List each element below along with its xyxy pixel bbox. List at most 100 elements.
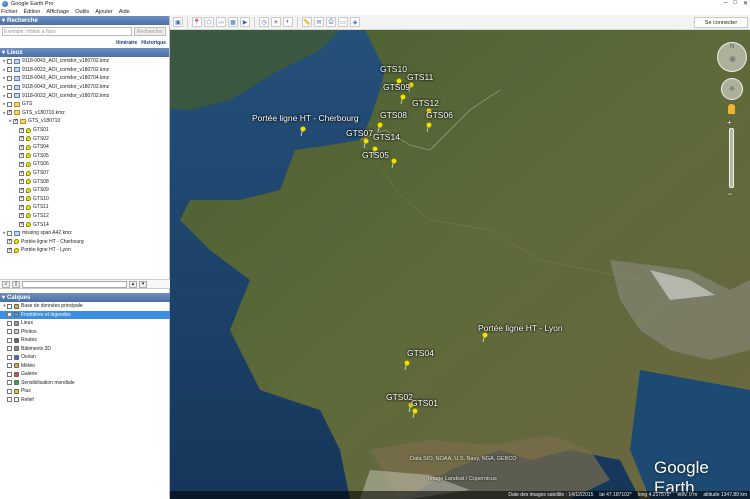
place-item[interactable]: ▸GTS_v180710.kmz [2, 109, 169, 118]
look-control[interactable]: N ◉ [717, 42, 747, 72]
layer-checkbox[interactable] [7, 312, 12, 318]
layer-item[interactable]: Plus [0, 387, 170, 396]
layer-checkbox[interactable] [7, 320, 12, 326]
visibility-checkbox[interactable] [19, 187, 24, 193]
record-tour-button[interactable]: ▶ [240, 17, 250, 27]
add-overlay-button[interactable]: ▦ [228, 17, 238, 27]
visibility-checkbox[interactable] [13, 118, 18, 124]
history-link[interactable]: Historique [141, 40, 166, 46]
earth-map-view[interactable]: GTS10 GTS11 GTS09 GTS12 GTS08 GTS06 GTS07 GTS14… [170, 30, 750, 499]
menu-fichier[interactable]: Fichier [1, 9, 18, 15]
place-item[interactable]: ▸ 9118-0043_AOI_corridor_v180704.kmz [2, 74, 169, 83]
layer-checkbox[interactable] [7, 371, 12, 377]
visibility-checkbox[interactable] [19, 221, 24, 228]
visibility-checkbox[interactable] [7, 58, 12, 64]
place-item[interactable]: GTS09 [2, 186, 169, 195]
historical-imagery-button[interactable]: ◷ [259, 17, 269, 27]
layers-panel-header[interactable]: ▾ Calques [0, 293, 170, 302]
layer-checkbox[interactable] [7, 354, 12, 360]
yellow-pushpin-icon[interactable] [404, 360, 410, 370]
place-item[interactable]: ▸ 9118-0023_AOI_corridor_v180702.kmz [2, 66, 169, 75]
search-panel-header[interactable]: ▾ Recherche [0, 16, 169, 25]
place-item[interactable]: GTS01 [2, 126, 169, 135]
place-item[interactable]: GTS07 [2, 169, 169, 178]
place-item[interactable]: GTS04 [2, 143, 169, 152]
place-item[interactable]: GTS10 [2, 195, 169, 204]
layer-checkbox[interactable] [7, 303, 12, 309]
close-icon[interactable]: ✕ [743, 0, 748, 7]
place-item[interactable]: GTS02 [2, 134, 169, 143]
place-item[interactable]: ▸ 9118-0023_AOI_corridor_v180702.kmz [2, 91, 169, 100]
visibility-checkbox[interactable] [7, 101, 12, 107]
place-item[interactable]: GTS12 [2, 212, 169, 221]
sidebar-toggle-button[interactable]: ▣ [173, 17, 183, 27]
layer-item[interactable]: Océan [0, 353, 170, 362]
layer-checkbox[interactable] [7, 346, 12, 352]
visibility-checkbox[interactable] [7, 93, 12, 99]
yellow-pushpin-icon[interactable] [482, 332, 488, 342]
visibility-checkbox[interactable] [19, 178, 24, 185]
layer-checkbox[interactable] [7, 363, 12, 369]
yellow-pushpin-icon[interactable] [426, 122, 432, 132]
layer-item[interactable]: ▾ Base de données principale [0, 302, 170, 311]
visibility-checkbox[interactable] [19, 127, 24, 133]
layer-checkbox[interactable] [7, 388, 12, 394]
minimize-icon[interactable]: – [724, 0, 727, 7]
layer-item[interactable]: Frontières et légendes [0, 310, 170, 319]
placemark-label[interactable]: Portée ligne HT - Lyon [478, 323, 563, 333]
layer-checkbox[interactable] [7, 329, 12, 335]
yellow-pushpin-icon[interactable] [377, 122, 383, 132]
visibility-checkbox[interactable] [19, 135, 24, 142]
place-item[interactable]: Portée ligne HT - Lyon [2, 246, 169, 255]
layer-item[interactable]: Sensibilisation mondiale [0, 379, 170, 388]
ruler-button[interactable]: 📏 [302, 17, 312, 27]
place-item[interactable]: ▸ missing span A42.kmz [2, 229, 169, 238]
placemark-label[interactable]: GTS08 [380, 110, 407, 120]
print-button[interactable]: ⎙ [326, 17, 336, 27]
layer-checkbox[interactable] [7, 380, 12, 386]
place-item[interactable]: GTS05 [2, 152, 169, 161]
placemark-label[interactable]: GTS04 [407, 348, 434, 358]
layer-checkbox[interactable] [7, 337, 12, 343]
place-item[interactable]: ▸ 9118-0043_AOI_corridor_v180702.kmz [2, 57, 169, 66]
zoom-in-icon[interactable]: + [727, 118, 732, 127]
placemark-label[interactable]: GTS12 [412, 98, 439, 108]
placemark-label[interactable]: Portée ligne HT - Cherbourg [252, 113, 359, 123]
search-places-button[interactable]: ⌕ [2, 280, 10, 288]
menu-aide[interactable]: Aide [119, 9, 130, 15]
layer-item[interactable]: Météo [0, 362, 170, 371]
place-item[interactable]: ▸ 9118-0043_AOI_corridor_v180702.kmz [2, 83, 169, 92]
menu-affichage[interactable]: Affichage [46, 9, 69, 15]
maximize-icon[interactable]: □ [733, 0, 737, 7]
menu-outils[interactable]: Outils [75, 9, 89, 15]
move-down-button[interactable]: ▾ [139, 280, 147, 288]
add-path-button[interactable]: 〰 [216, 17, 226, 27]
placemark-label[interactable]: GTS01 [411, 398, 438, 408]
layer-item[interactable]: Relief [0, 396, 170, 405]
placemark-label[interactable]: GTS06 [426, 110, 453, 120]
visibility-checkbox[interactable] [7, 84, 12, 90]
placemark-label[interactable]: GTS09 [383, 82, 410, 92]
layer-checkbox[interactable] [7, 397, 12, 403]
itinerary-link[interactable]: Itinéraire [116, 40, 137, 46]
placemark-label[interactable]: GTS14 [373, 132, 400, 142]
search-input[interactable]: Exemple: Hôtels à Nice [2, 27, 132, 36]
yellow-pushpin-icon[interactable] [412, 408, 418, 418]
visibility-checkbox[interactable] [19, 204, 24, 210]
placemark-label[interactable]: GTS02 [386, 392, 413, 402]
move-control[interactable]: ✥ [721, 78, 743, 100]
places-panel-header[interactable]: ▾ Lieux [0, 48, 169, 57]
layer-item[interactable]: Galerie [0, 370, 170, 379]
menu-edition[interactable]: Édition [24, 9, 41, 15]
place-item[interactable]: GTS11 [2, 203, 169, 212]
sign-in-button[interactable]: Se connecter [694, 17, 748, 28]
layer-item[interactable]: Bâtiments 3D [0, 345, 170, 354]
yellow-pushpin-icon[interactable] [391, 158, 397, 168]
visibility-checkbox[interactable] [7, 247, 12, 253]
placemark-label[interactable]: GTS11 [407, 72, 433, 82]
layer-item[interactable]: Photos [0, 328, 170, 337]
visibility-checkbox[interactable] [7, 230, 12, 236]
places-filter-input[interactable] [22, 280, 127, 288]
place-item[interactable]: GTS14 [2, 220, 169, 229]
placemark-label[interactable]: GTS10 [380, 64, 407, 74]
